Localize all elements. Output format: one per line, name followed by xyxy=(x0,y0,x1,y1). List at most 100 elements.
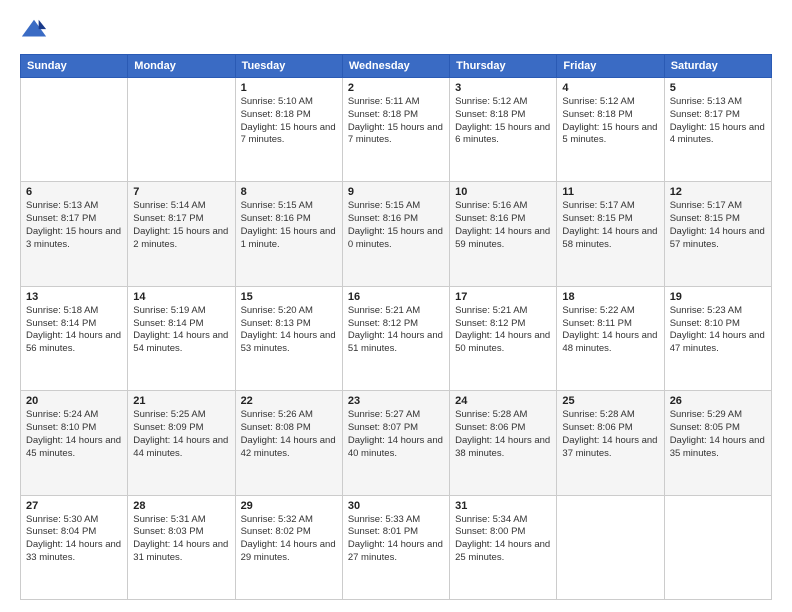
table-row: 7 Sunrise: 5:14 AM Sunset: 8:17 PM Daylig… xyxy=(128,182,235,286)
day-number: 19 xyxy=(670,291,766,303)
day-info: Sunrise: 5:28 AM Sunset: 8:06 PM Dayligh… xyxy=(562,409,658,460)
day-number: 27 xyxy=(26,500,122,512)
day-info: Sunrise: 5:16 AM Sunset: 8:16 PM Dayligh… xyxy=(455,200,551,251)
day-info: Sunrise: 5:13 AM Sunset: 8:17 PM Dayligh… xyxy=(26,200,122,251)
day-info: Sunrise: 5:30 AM Sunset: 8:04 PM Dayligh… xyxy=(26,514,122,565)
day-info: Sunrise: 5:20 AM Sunset: 8:13 PM Dayligh… xyxy=(241,305,337,356)
day-info: Sunrise: 5:12 AM Sunset: 8:18 PM Dayligh… xyxy=(562,96,658,147)
page: Sunday Monday Tuesday Wednesday Thursday… xyxy=(0,0,792,612)
calendar-row: 27 Sunrise: 5:30 AM Sunset: 8:04 PM Dayli… xyxy=(21,495,772,599)
calendar-row: 20Sunrise: 5:24 AM Sunset: 8:10 PM Dayli… xyxy=(21,391,772,495)
day-info: Sunrise: 5:22 AM Sunset: 8:11 PM Dayligh… xyxy=(562,305,658,356)
logo xyxy=(20,16,52,44)
day-info: Sunrise: 5:18 AM Sunset: 8:14 PM Dayligh… xyxy=(26,305,122,356)
day-info: Sunrise: 5:15 AM Sunset: 8:16 PM Dayligh… xyxy=(348,200,444,251)
day-info: Sunrise: 5:33 AM Sunset: 8:01 PM Dayligh… xyxy=(348,514,444,565)
calendar-row: 6 Sunrise: 5:13 AM Sunset: 8:17 PM Daylig… xyxy=(21,182,772,286)
table-row xyxy=(128,78,235,182)
table-row: 16 Sunrise: 5:21 AM Sunset: 8:12 PM Dayli… xyxy=(342,286,449,390)
day-number: 3 xyxy=(455,82,551,94)
table-row: 22Sunrise: 5:26 AM Sunset: 8:08 PM Dayli… xyxy=(235,391,342,495)
calendar-header-row: Sunday Monday Tuesday Wednesday Thursday… xyxy=(21,55,772,78)
day-info: Sunrise: 5:29 AM Sunset: 8:05 PM Dayligh… xyxy=(670,409,766,460)
day-number: 7 xyxy=(133,186,229,198)
col-friday: Friday xyxy=(557,55,664,78)
day-number: 13 xyxy=(26,291,122,303)
col-monday: Monday xyxy=(128,55,235,78)
col-wednesday: Wednesday xyxy=(342,55,449,78)
day-number: 8 xyxy=(241,186,337,198)
day-number: 21 xyxy=(133,395,229,407)
day-info: Sunrise: 5:24 AM Sunset: 8:10 PM Dayligh… xyxy=(26,409,122,460)
day-number: 6 xyxy=(26,186,122,198)
col-sunday: Sunday xyxy=(21,55,128,78)
col-saturday: Saturday xyxy=(664,55,771,78)
table-row: 14Sunrise: 5:19 AM Sunset: 8:14 PM Dayli… xyxy=(128,286,235,390)
table-row: 21 Sunrise: 5:25 AM Sunset: 8:09 PM Dayli… xyxy=(128,391,235,495)
calendar-row: 1Sunrise: 5:10 AM Sunset: 8:18 PM Daylig… xyxy=(21,78,772,182)
day-number: 25 xyxy=(562,395,658,407)
day-number: 31 xyxy=(455,500,551,512)
day-info: Sunrise: 5:28 AM Sunset: 8:06 PM Dayligh… xyxy=(455,409,551,460)
day-number: 10 xyxy=(455,186,551,198)
table-row: 10 Sunrise: 5:16 AM Sunset: 8:16 PM Dayli… xyxy=(450,182,557,286)
table-row: 24Sunrise: 5:28 AM Sunset: 8:06 PM Dayli… xyxy=(450,391,557,495)
day-info: Sunrise: 5:14 AM Sunset: 8:17 PM Dayligh… xyxy=(133,200,229,251)
day-number: 23 xyxy=(348,395,444,407)
table-row: 27 Sunrise: 5:30 AM Sunset: 8:04 PM Dayli… xyxy=(21,495,128,599)
day-number: 12 xyxy=(670,186,766,198)
day-info: Sunrise: 5:34 AM Sunset: 8:00 PM Dayligh… xyxy=(455,514,551,565)
table-row: 18 Sunrise: 5:22 AM Sunset: 8:11 PM Dayli… xyxy=(557,286,664,390)
calendar-row: 13 Sunrise: 5:18 AM Sunset: 8:14 PM Dayli… xyxy=(21,286,772,390)
day-number: 17 xyxy=(455,291,551,303)
day-info: Sunrise: 5:17 AM Sunset: 8:15 PM Dayligh… xyxy=(562,200,658,251)
day-number: 9 xyxy=(348,186,444,198)
day-info: Sunrise: 5:15 AM Sunset: 8:16 PM Dayligh… xyxy=(241,200,337,251)
table-row: 17Sunrise: 5:21 AM Sunset: 8:12 PM Dayli… xyxy=(450,286,557,390)
day-info: Sunrise: 5:26 AM Sunset: 8:08 PM Dayligh… xyxy=(241,409,337,460)
table-row: 23 Sunrise: 5:27 AM Sunset: 8:07 PM Dayli… xyxy=(342,391,449,495)
table-row: 28 Sunrise: 5:31 AM Sunset: 8:03 PM Dayli… xyxy=(128,495,235,599)
day-number: 16 xyxy=(348,291,444,303)
table-row: 6 Sunrise: 5:13 AM Sunset: 8:17 PM Daylig… xyxy=(21,182,128,286)
day-number: 1 xyxy=(241,82,337,94)
table-row: 8 Sunrise: 5:15 AM Sunset: 8:16 PM Daylig… xyxy=(235,182,342,286)
day-number: 15 xyxy=(241,291,337,303)
table-row xyxy=(557,495,664,599)
table-row: 4Sunrise: 5:12 AM Sunset: 8:18 PM Daylig… xyxy=(557,78,664,182)
calendar-table: Sunday Monday Tuesday Wednesday Thursday… xyxy=(20,54,772,600)
day-info: Sunrise: 5:31 AM Sunset: 8:03 PM Dayligh… xyxy=(133,514,229,565)
table-row: 12Sunrise: 5:17 AM Sunset: 8:15 PM Dayli… xyxy=(664,182,771,286)
table-row: 1Sunrise: 5:10 AM Sunset: 8:18 PM Daylig… xyxy=(235,78,342,182)
day-number: 14 xyxy=(133,291,229,303)
col-thursday: Thursday xyxy=(450,55,557,78)
day-number: 5 xyxy=(670,82,766,94)
table-row xyxy=(664,495,771,599)
day-number: 30 xyxy=(348,500,444,512)
logo-icon xyxy=(20,16,48,44)
day-info: Sunrise: 5:12 AM Sunset: 8:18 PM Dayligh… xyxy=(455,96,551,147)
top-section xyxy=(20,16,772,44)
day-info: Sunrise: 5:13 AM Sunset: 8:17 PM Dayligh… xyxy=(670,96,766,147)
day-number: 26 xyxy=(670,395,766,407)
table-row: 5 Sunrise: 5:13 AM Sunset: 8:17 PM Daylig… xyxy=(664,78,771,182)
day-number: 29 xyxy=(241,500,337,512)
table-row: 31 Sunrise: 5:34 AM Sunset: 8:00 PM Dayli… xyxy=(450,495,557,599)
day-info: Sunrise: 5:27 AM Sunset: 8:07 PM Dayligh… xyxy=(348,409,444,460)
table-row: 13 Sunrise: 5:18 AM Sunset: 8:14 PM Dayli… xyxy=(21,286,128,390)
day-info: Sunrise: 5:25 AM Sunset: 8:09 PM Dayligh… xyxy=(133,409,229,460)
table-row: 2Sunrise: 5:11 AM Sunset: 8:18 PM Daylig… xyxy=(342,78,449,182)
day-number: 28 xyxy=(133,500,229,512)
table-row: 9 Sunrise: 5:15 AM Sunset: 8:16 PM Daylig… xyxy=(342,182,449,286)
day-info: Sunrise: 5:32 AM Sunset: 8:02 PM Dayligh… xyxy=(241,514,337,565)
table-row: 11 Sunrise: 5:17 AM Sunset: 8:15 PM Dayli… xyxy=(557,182,664,286)
day-info: Sunrise: 5:23 AM Sunset: 8:10 PM Dayligh… xyxy=(670,305,766,356)
table-row: 15 Sunrise: 5:20 AM Sunset: 8:13 PM Dayli… xyxy=(235,286,342,390)
table-row: 25 Sunrise: 5:28 AM Sunset: 8:06 PM Dayli… xyxy=(557,391,664,495)
day-number: 11 xyxy=(562,186,658,198)
table-row: 20Sunrise: 5:24 AM Sunset: 8:10 PM Dayli… xyxy=(21,391,128,495)
day-number: 18 xyxy=(562,291,658,303)
day-info: Sunrise: 5:11 AM Sunset: 8:18 PM Dayligh… xyxy=(348,96,444,147)
col-tuesday: Tuesday xyxy=(235,55,342,78)
day-info: Sunrise: 5:21 AM Sunset: 8:12 PM Dayligh… xyxy=(348,305,444,356)
